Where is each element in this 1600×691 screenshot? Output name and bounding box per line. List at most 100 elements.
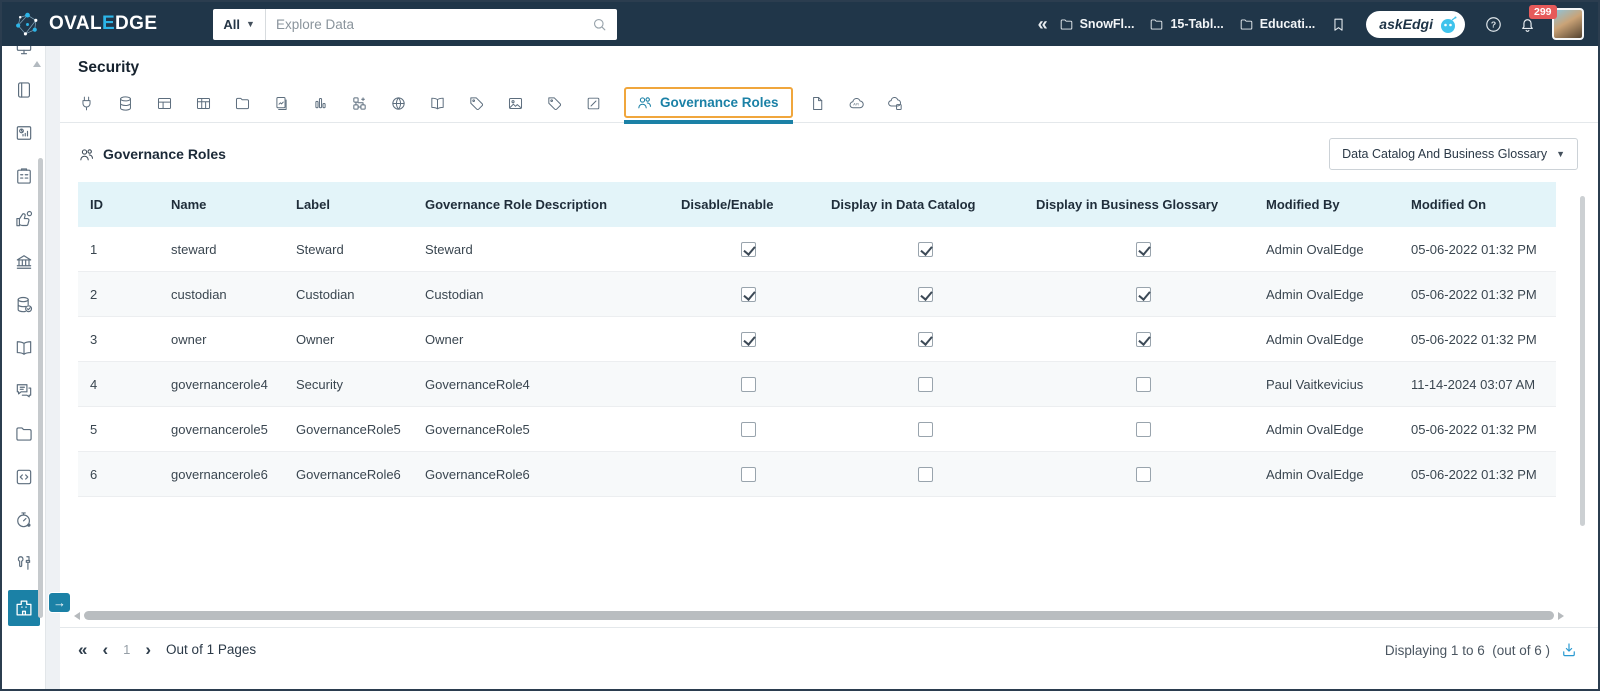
disable-enable-checkbox[interactable] [740, 422, 756, 438]
sidebar-scroll-up-icon[interactable] [33, 61, 41, 67]
sidebar-scrollbar[interactable] [38, 158, 43, 618]
top-navbar: OVALEDGE All ▼ « SnowFl... 15-Tabl... [2, 2, 1598, 46]
display-data-catalog-checkbox[interactable] [918, 287, 933, 303]
tab-cloud-copy-icon[interactable] [887, 95, 926, 112]
user-avatar[interactable] [1552, 8, 1584, 40]
recent-item-3[interactable]: Educati... [1239, 17, 1315, 32]
search-input[interactable] [265, 16, 592, 32]
vertical-scrollbar[interactable] [1580, 196, 1585, 526]
brand-logo[interactable]: OVALEDGE [14, 11, 157, 38]
disable-enable-checkbox[interactable] [740, 287, 756, 303]
horizontal-scroll-thumb[interactable] [84, 611, 1554, 620]
table-header-row: ID Name Label Governance Role Description Di… [78, 182, 1556, 227]
database-check-icon[interactable] [14, 295, 34, 315]
dashboard-icon[interactable] [14, 123, 34, 143]
bank-icon[interactable] [14, 252, 34, 272]
sidebar-expand-button[interactable]: → [48, 592, 71, 613]
svg-text:?: ? [1491, 19, 1496, 29]
code-icon[interactable] [14, 467, 34, 487]
display-data-catalog-checkbox[interactable] [918, 422, 933, 438]
open-book-icon[interactable] [14, 338, 34, 358]
cell-modified-on: 05-06-2022 01:32 PM [1403, 316, 1556, 363]
chat-icon[interactable] [14, 381, 34, 401]
disable-enable-checkbox[interactable] [740, 377, 756, 393]
display-data-catalog-checkbox[interactable] [918, 242, 933, 258]
cell-name: governancerole5 [163, 406, 288, 453]
bookmark-icon[interactable] [1330, 16, 1347, 33]
tab-book-icon[interactable] [429, 95, 468, 112]
collapse-breadcrumb-icon[interactable]: « [1038, 15, 1048, 33]
tab-table-icon[interactable] [156, 95, 195, 112]
sidebar-item-active-building[interactable] [7, 590, 40, 626]
tab-file-icon[interactable] [809, 95, 848, 112]
section-header: Governance Roles Data Catalog And Busine… [60, 123, 1598, 182]
notification-count-badge: 299 [1529, 4, 1557, 19]
help-icon[interactable]: ? [1484, 15, 1503, 34]
notebook-icon[interactable] [14, 80, 34, 100]
cell-modified-by: Admin OvalEdge [1258, 271, 1403, 318]
previous-page-button[interactable]: ‹ [102, 641, 108, 658]
timer-icon[interactable] [14, 510, 34, 530]
main-content: Security Governance Roles API Governance… [60, 46, 1598, 689]
tab-tag-icon[interactable] [468, 95, 507, 112]
tab-folder-icon[interactable] [234, 95, 273, 112]
users-icon [80, 148, 93, 160]
displaying-text: Displaying 1 to 6 (out of 6 ) [1384, 642, 1550, 658]
display-data-catalog-checkbox[interactable] [918, 467, 933, 483]
display-business-glossary-checkbox[interactable] [1135, 242, 1151, 258]
cell-modified-on: 05-06-2022 01:32 PM [1403, 406, 1556, 453]
display-data-catalog-checkbox[interactable] [918, 332, 933, 348]
view-scope-dropdown[interactable]: Data Catalog And Business Glossary ▼ [1329, 138, 1578, 170]
pagination-bar: « ‹ 1 › Out of 1 Pages Displaying 1 to 6… [60, 627, 1598, 689]
tab-globe-icon[interactable] [390, 95, 429, 112]
folder-icon[interactable] [14, 424, 34, 444]
cell-description: GovernanceRole6 [417, 451, 673, 498]
scroll-right-icon[interactable] [1558, 611, 1564, 620]
display-business-glossary-checkbox[interactable] [1135, 287, 1151, 303]
column-header: Governance Role Description [417, 182, 673, 227]
disable-enable-checkbox[interactable] [740, 242, 756, 258]
search-icon[interactable] [591, 16, 608, 33]
cell-display-data-catalog [823, 406, 1028, 453]
ask-edgi-button[interactable]: askEdgi [1366, 10, 1465, 38]
building-icon [15, 600, 32, 616]
display-business-glossary-checkbox[interactable] [1135, 422, 1151, 438]
cell-name: custodian [163, 271, 288, 318]
tab-edit-box-icon[interactable] [585, 95, 624, 112]
notifications-button[interactable]: 299 [1518, 4, 1557, 34]
screen-icon[interactable] [14, 46, 34, 57]
tools-icon[interactable] [14, 553, 34, 573]
cell-display-business-glossary [1028, 271, 1258, 318]
tab-connector-icon[interactable] [78, 95, 117, 112]
body: → Security Governance Roles API Governan… [2, 46, 1598, 689]
recent-item-2[interactable]: 15-Tabl... [1149, 17, 1224, 32]
disable-enable-checkbox[interactable] [740, 332, 756, 348]
first-page-button[interactable]: « [78, 641, 87, 658]
download-icon[interactable] [1560, 641, 1578, 659]
approval-icon[interactable] [14, 209, 34, 229]
brand-wordmark: OVALEDGE [49, 13, 158, 34]
scroll-left-icon[interactable] [74, 611, 80, 620]
tab-report-icon[interactable] [273, 95, 312, 112]
recent-item-1[interactable]: SnowFl... [1059, 17, 1134, 32]
tab-database-icon[interactable] [117, 95, 156, 112]
folder-icon [1151, 18, 1163, 30]
tab-image-icon[interactable] [507, 95, 546, 112]
column-header: Modified By [1258, 182, 1403, 227]
tab-bar-chart-icon[interactable] [312, 95, 351, 112]
tab-table-columns-icon[interactable] [195, 95, 234, 112]
tab-label-icon[interactable] [546, 95, 585, 112]
cell-id: 6 [78, 451, 163, 498]
cell-disable-enable [673, 227, 823, 273]
display-business-glossary-checkbox[interactable] [1135, 332, 1151, 348]
next-page-button[interactable]: › [145, 641, 151, 658]
display-data-catalog-checkbox[interactable] [918, 377, 933, 393]
display-business-glossary-checkbox[interactable] [1135, 377, 1151, 393]
search-scope-dropdown[interactable]: All ▼ [213, 8, 266, 40]
tab-governance-roles-active[interactable]: Governance Roles [624, 87, 793, 124]
disable-enable-checkbox[interactable] [740, 467, 756, 483]
display-business-glossary-checkbox[interactable] [1135, 467, 1151, 483]
tab-cloud-api-icon[interactable]: API [848, 95, 887, 112]
clipboard-icon[interactable] [14, 166, 34, 186]
tab-hierarchy-icon[interactable] [351, 95, 390, 112]
